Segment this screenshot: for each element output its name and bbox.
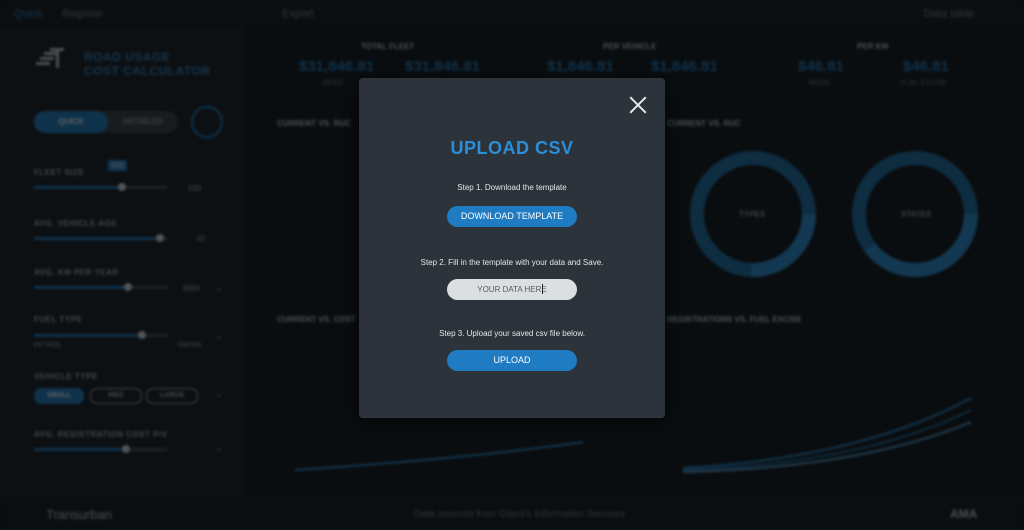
upload-csv-modal: UPLOAD CSV Step 1. Download the template… bbox=[359, 78, 665, 418]
close-icon[interactable] bbox=[629, 96, 647, 114]
step-1-text: Step 1. Download the template bbox=[457, 183, 567, 192]
step-3-text: Step 3. Upload your saved csv file below… bbox=[439, 329, 585, 338]
download-template-button[interactable]: DOWNLOAD TEMPLATE bbox=[447, 206, 577, 227]
text-cursor bbox=[542, 284, 543, 294]
data-input[interactable] bbox=[447, 279, 577, 300]
step-2-text: Step 2. Fill in the template with your d… bbox=[420, 258, 604, 267]
upload-button[interactable]: UPLOAD bbox=[447, 350, 577, 371]
modal-title: UPLOAD CSV bbox=[450, 138, 574, 158]
